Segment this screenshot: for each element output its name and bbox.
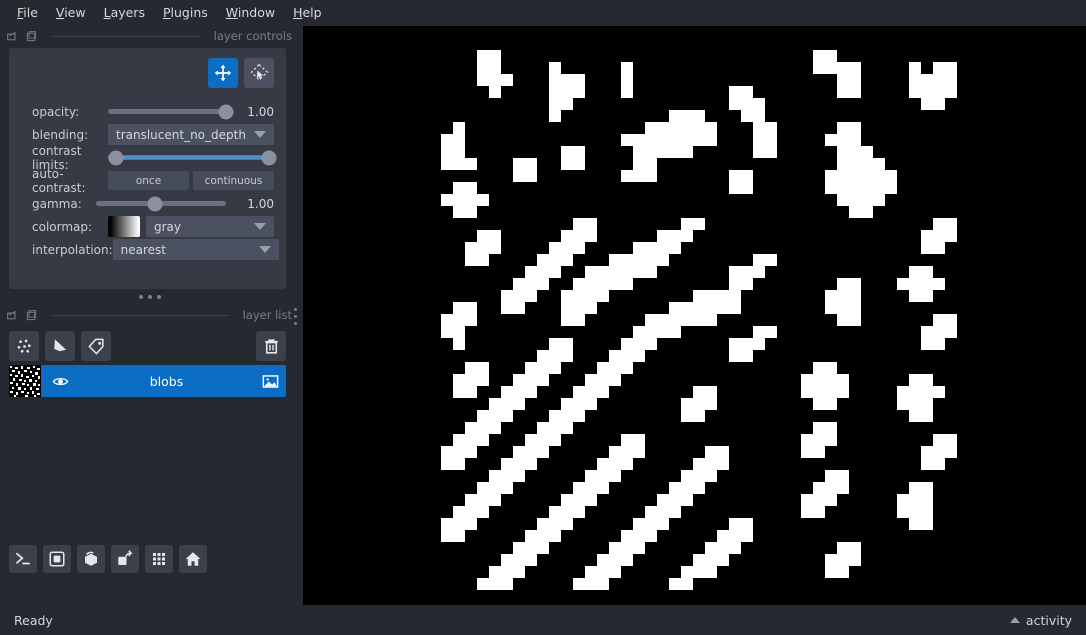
labels-icon (88, 338, 104, 354)
layer-name[interactable]: blobs (79, 374, 254, 389)
blobs-image (417, 26, 969, 602)
console-icon (16, 552, 30, 565)
contrast-limits-slider[interactable] (108, 150, 277, 166)
header-divider (52, 314, 229, 316)
transpose-dims-button[interactable] (111, 545, 139, 573)
layer-list-section: layer list blobs (0, 305, 300, 397)
auto-contrast-row: auto-contrast: once continuous (21, 166, 274, 195)
colormap-swatch[interactable] (108, 216, 140, 237)
left-dock: layer controls opacity: 1.00 blending: t… (0, 26, 300, 605)
interpolation-label: interpolation: (32, 242, 113, 257)
new-points-layer-button[interactable] (9, 331, 39, 361)
menu-file[interactable]: File (8, 3, 47, 23)
transpose-icon (118, 550, 133, 565)
reset-view-button[interactable] (179, 545, 207, 573)
gamma-row: gamma: 1.00 (21, 192, 274, 215)
gamma-label: gamma: (32, 196, 82, 211)
opacity-slider[interactable] (108, 104, 234, 120)
menu-view[interactable]: View (47, 3, 95, 23)
menu-plugins[interactable]: Plugins (154, 3, 217, 23)
chevron-up-icon (1009, 617, 1020, 623)
float-dock-icon[interactable] (6, 30, 19, 43)
eye-icon (52, 377, 68, 385)
blobs-thumbnail (9, 365, 41, 397)
layer-controls-title: layer controls (213, 29, 292, 43)
layer-list-title: layer list (242, 308, 292, 322)
image-layer-icon (254, 372, 286, 391)
colormap-row: colormap: gray (21, 215, 274, 238)
interpolation-value: nearest (120, 242, 166, 257)
menu-bar: File View Layers Plugins Window Help (0, 0, 1086, 26)
cube-icon (85, 551, 97, 566)
auto-contrast-continuous-button[interactable]: continuous (193, 171, 274, 190)
layer-list-toolbar (0, 325, 300, 363)
dock-splitter-handle[interactable] (0, 289, 300, 305)
menu-window[interactable]: Window (217, 3, 284, 23)
layer-controls-grid: opacity: 1.00 blending: translucent_no_d… (21, 100, 279, 261)
pan-zoom-icon (214, 64, 232, 82)
interpolation-row: interpolation: nearest (21, 238, 279, 261)
colormap-dropdown[interactable]: gray (146, 216, 274, 237)
auto-contrast-once-button[interactable]: once (108, 171, 189, 190)
close-dock-icon[interactable] (25, 309, 38, 322)
colormap-value: gray (154, 219, 182, 234)
status-bar: Ready activity (0, 605, 1086, 635)
viewer-canvas[interactable] (303, 26, 1086, 605)
blending-value: translucent_no_depth (116, 127, 246, 142)
shapes-icon (53, 338, 66, 351)
layer-controls-header: layer controls (0, 26, 300, 46)
mode-button-row (21, 58, 274, 88)
blending-label: blending: (32, 127, 89, 142)
header-divider (52, 35, 200, 37)
layer-visibility-toggle[interactable] (41, 373, 79, 390)
float-dock-icon[interactable] (6, 309, 19, 322)
opacity-row: opacity: 1.00 (21, 100, 274, 123)
colormap-label: colormap: (32, 219, 93, 234)
chevron-down-icon (258, 246, 271, 253)
layer-list-header: layer list (0, 305, 300, 325)
opacity-value: 1.00 (247, 104, 274, 119)
roll-dims-button[interactable] (77, 545, 105, 573)
opacity-label: opacity: (32, 104, 80, 119)
grid-view-button[interactable] (145, 545, 173, 573)
ndisplay-toggle-button[interactable] (43, 545, 71, 573)
transform-button[interactable] (244, 58, 274, 88)
layer-controls-panel: opacity: 1.00 blending: translucent_no_d… (9, 48, 286, 289)
interpolation-dropdown[interactable]: nearest (112, 239, 279, 260)
layer-row-blobs[interactable]: blobs (9, 365, 286, 397)
points-icon (17, 339, 31, 353)
status-message: Ready (14, 612, 53, 628)
home-icon (185, 552, 201, 566)
activity-label: activity (1025, 612, 1072, 628)
blending-dropdown[interactable]: translucent_no_depth (108, 124, 274, 145)
trash-icon (264, 338, 278, 354)
activity-button[interactable]: activity (1009, 612, 1072, 628)
viewer-buttons (9, 545, 207, 573)
delete-layer-button[interactable] (256, 331, 286, 361)
napari-window: File View Layers Plugins Window Help lay… (0, 0, 1086, 635)
square-icon (49, 551, 65, 567)
new-shapes-layer-button[interactable] (45, 331, 75, 361)
dock-options-handle[interactable] (294, 308, 297, 325)
chevron-down-icon (254, 131, 266, 138)
new-labels-layer-button[interactable] (81, 331, 111, 361)
gamma-value: 1.00 (247, 196, 274, 211)
grid-icon (153, 553, 165, 565)
chevron-down-icon (254, 223, 266, 230)
console-button[interactable] (9, 545, 37, 573)
menu-layers[interactable]: Layers (95, 3, 154, 23)
pan-zoom-button[interactable] (208, 58, 238, 88)
menu-help[interactable]: Help (284, 3, 331, 23)
gamma-slider[interactable] (96, 196, 226, 212)
transform-icon (250, 63, 269, 81)
close-dock-icon[interactable] (25, 30, 38, 43)
auto-contrast-label: auto-contrast: (32, 166, 86, 195)
